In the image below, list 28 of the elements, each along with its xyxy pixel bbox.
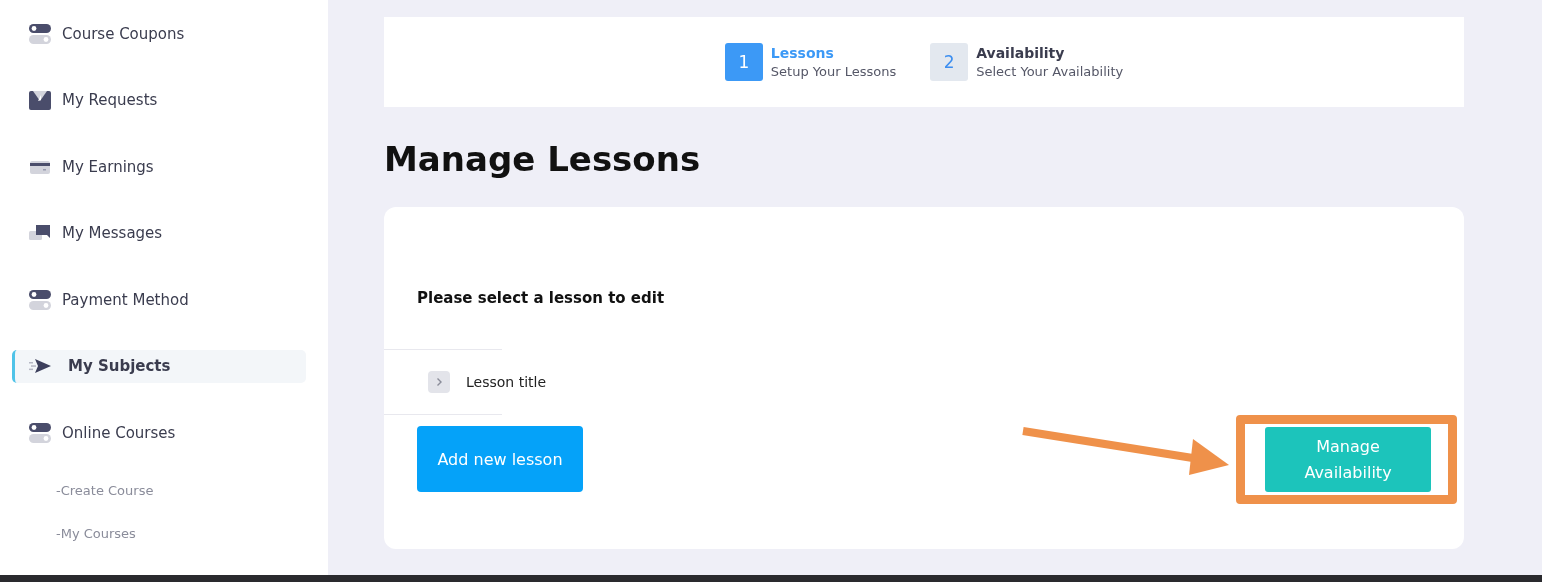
toggle-icon xyxy=(28,21,52,46)
sidebar-item[interactable]: My Subjects xyxy=(12,349,306,383)
page-title: Manage Lessons xyxy=(384,138,702,181)
sidebar-item[interactable]: Online Courses xyxy=(12,416,306,449)
sidebar-item[interactable]: My Earnings xyxy=(12,150,306,183)
sidebar-item-label: My Earnings xyxy=(62,157,154,176)
step-tab[interactable]: 1 Lessons Setup Your Lessons xyxy=(724,43,897,81)
toggle-icon xyxy=(28,420,52,445)
sidebar-item-label: Payment Method xyxy=(62,290,189,309)
envelope-icon xyxy=(28,88,52,112)
step-subtitle: Setup Your Lessons xyxy=(770,64,897,79)
step-title: Lessons xyxy=(770,45,835,61)
lesson-row[interactable]: Lesson title xyxy=(384,350,574,414)
sidebar-item-label: Course Coupons xyxy=(62,24,185,43)
sidebar-item-label: My Messages xyxy=(62,224,163,242)
step-subtitle: Select Your Availability xyxy=(976,64,1124,79)
sidebar-item[interactable]: My Messages xyxy=(12,216,306,250)
lesson-title: Lesson title xyxy=(466,374,546,390)
sidebar-item-label: My Requests xyxy=(62,91,158,109)
sidebar-item[interactable]: My Requests xyxy=(12,83,306,117)
sidebar-item[interactable]: Payment Method xyxy=(12,283,306,316)
prompt-text: Please select a lesson to edit xyxy=(416,289,666,307)
step-tab[interactable]: 2 Availability Select Your Availability xyxy=(930,43,1124,81)
sidebar-item[interactable]: Course Coupons xyxy=(12,17,306,50)
sidebar-item-label: Online Courses xyxy=(62,423,176,442)
step-title: Availability xyxy=(976,45,1066,61)
toggle-icon xyxy=(28,287,52,312)
sidebar-item-label: My Subjects xyxy=(68,357,171,375)
